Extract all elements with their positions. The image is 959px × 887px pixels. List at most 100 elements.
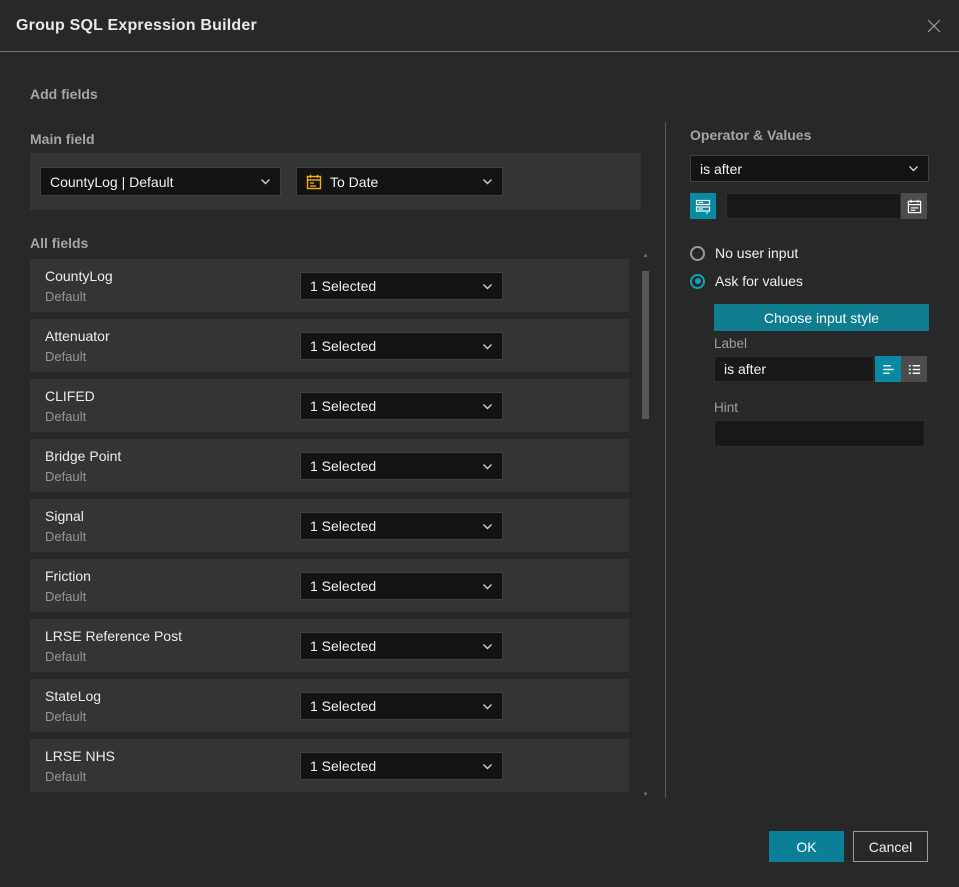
- choose-input-style-button[interactable]: Choose input style: [714, 304, 929, 331]
- field-name: Attenuator: [45, 328, 110, 344]
- label-input[interactable]: [714, 356, 874, 382]
- field-row: StateLog Default 1 Selected: [30, 679, 629, 732]
- label-style-text-button[interactable]: [875, 356, 901, 382]
- titlebar: Group SQL Expression Builder: [0, 0, 959, 52]
- field-name: LRSE Reference Post: [45, 628, 182, 644]
- field-selection-dropdown[interactable]: 1 Selected: [300, 332, 503, 360]
- operator-select[interactable]: is after: [690, 155, 929, 182]
- main-field-select-value: CountyLog | Default: [50, 173, 174, 190]
- calendar-icon: [907, 199, 921, 213]
- ok-button[interactable]: OK: [769, 831, 844, 862]
- close-button[interactable]: [925, 17, 943, 35]
- field-name: StateLog: [45, 688, 102, 704]
- field-row: LRSE NHS Default 1 Selected: [30, 739, 629, 792]
- field-selection-dropdown[interactable]: 1 Selected: [300, 512, 503, 540]
- field-row: Friction Default 1 Selected: [30, 559, 629, 612]
- field-selection-value: 1 Selected: [310, 698, 377, 714]
- add-fields-heading: Add fields: [30, 86, 98, 102]
- date-value-input[interactable]: [726, 193, 901, 219]
- field-selection-dropdown[interactable]: 1 Selected: [300, 272, 503, 300]
- field-row: Signal Default 1 Selected: [30, 499, 629, 552]
- chevron-down-icon: [482, 343, 493, 350]
- scrollbar-thumb[interactable]: [642, 271, 649, 419]
- main-field-type-value: To Date: [330, 173, 379, 190]
- field-row: CountyLog Default 1 Selected: [30, 259, 629, 312]
- field-name: LRSE NHS: [45, 748, 116, 764]
- field-name: Signal: [45, 508, 84, 524]
- radio-no-user-input-label: No user input: [715, 245, 799, 261]
- field-selection-value: 1 Selected: [310, 638, 377, 654]
- chevron-down-icon: [908, 165, 919, 172]
- operator-values-heading: Operator & Values: [690, 127, 812, 143]
- field-subtitle: Default: [45, 469, 87, 484]
- field-row: Bridge Point Default 1 Selected: [30, 439, 629, 492]
- field-name: CLIFED: [45, 388, 95, 404]
- main-field-heading: Main field: [30, 131, 95, 147]
- field-subtitle: Default: [45, 529, 87, 544]
- align-left-icon: [882, 364, 894, 374]
- field-selection-dropdown[interactable]: 1 Selected: [300, 632, 503, 660]
- field-selection-value: 1 Selected: [310, 758, 377, 774]
- radio-ask-for-values-label: Ask for values: [715, 273, 803, 289]
- field-selection-dropdown[interactable]: 1 Selected: [300, 692, 503, 720]
- field-row: CLIFED Default 1 Selected: [30, 379, 629, 432]
- calendar-icon: [306, 174, 322, 189]
- field-subtitle: Default: [45, 649, 87, 664]
- chevron-down-icon: [482, 643, 493, 650]
- field-selection-value: 1 Selected: [310, 518, 377, 534]
- main-field-select[interactable]: CountyLog | Default: [40, 167, 281, 196]
- field-selection-dropdown[interactable]: 1 Selected: [300, 572, 503, 600]
- scroll-up-icon[interactable]: ▴: [640, 252, 651, 259]
- list-scrollbar[interactable]: ▴ ▾: [640, 252, 651, 798]
- dialog-title: Group SQL Expression Builder: [16, 16, 257, 34]
- chevron-down-icon: [482, 463, 493, 470]
- main-field-panel: CountyLog | Default To Date: [30, 153, 641, 210]
- radio-circle-selected-icon: [690, 273, 705, 289]
- bulleted-list-icon: [908, 364, 920, 374]
- field-selection-value: 1 Selected: [310, 578, 377, 594]
- radio-ask-for-values[interactable]: Ask for values: [690, 273, 803, 289]
- field-name: Bridge Point: [45, 448, 122, 464]
- radio-circle-icon: [690, 245, 705, 261]
- chevron-down-icon: [482, 283, 493, 290]
- field-subtitle: Default: [45, 289, 87, 304]
- hint-input[interactable]: [714, 420, 925, 447]
- all-fields-list: CountyLog Default 1 Selected Attenuator …: [30, 259, 629, 799]
- field-selection-dropdown[interactable]: 1 Selected: [300, 452, 503, 480]
- field-selection-dropdown[interactable]: 1 Selected: [300, 752, 503, 780]
- chevron-down-icon: [482, 178, 493, 185]
- close-icon: [927, 19, 941, 32]
- radio-no-user-input[interactable]: No user input: [690, 245, 798, 261]
- operator-value: is after: [700, 160, 743, 177]
- group-sql-expression-builder-dialog: Group SQL Expression Builder Add fields …: [0, 0, 959, 887]
- field-selection-value: 1 Selected: [310, 278, 377, 294]
- field-selection-value: 1 Selected: [310, 398, 377, 414]
- field-row: LRSE Reference Post Default 1 Selected: [30, 619, 629, 672]
- panel-divider: [665, 122, 666, 798]
- hint-caption: Hint: [714, 400, 739, 415]
- field-subtitle: Default: [45, 769, 87, 784]
- field-name: CountyLog: [45, 268, 113, 284]
- field-selection-value: 1 Selected: [310, 458, 377, 474]
- all-fields-heading: All fields: [30, 235, 89, 251]
- field-subtitle: Default: [45, 709, 87, 724]
- chevron-down-icon: [482, 763, 493, 770]
- chevron-down-icon: [482, 703, 493, 710]
- field-name: Friction: [45, 568, 91, 584]
- unique-values-button[interactable]: [690, 193, 716, 219]
- field-selection-value: 1 Selected: [310, 338, 377, 354]
- field-subtitle: Default: [45, 349, 87, 364]
- unique-values-icon: [695, 199, 711, 214]
- scroll-down-icon[interactable]: ▾: [640, 791, 651, 798]
- calendar-picker-button[interactable]: [901, 193, 927, 219]
- label-caption: Label: [714, 336, 748, 351]
- field-row: Attenuator Default 1 Selected: [30, 319, 629, 372]
- chevron-down-icon: [482, 523, 493, 530]
- field-subtitle: Default: [45, 589, 87, 604]
- cancel-button[interactable]: Cancel: [853, 831, 928, 862]
- main-field-type-select[interactable]: To Date: [296, 167, 503, 196]
- field-selection-dropdown[interactable]: 1 Selected: [300, 392, 503, 420]
- chevron-down-icon: [260, 178, 271, 185]
- label-style-list-button[interactable]: [901, 356, 927, 382]
- chevron-down-icon: [482, 583, 493, 590]
